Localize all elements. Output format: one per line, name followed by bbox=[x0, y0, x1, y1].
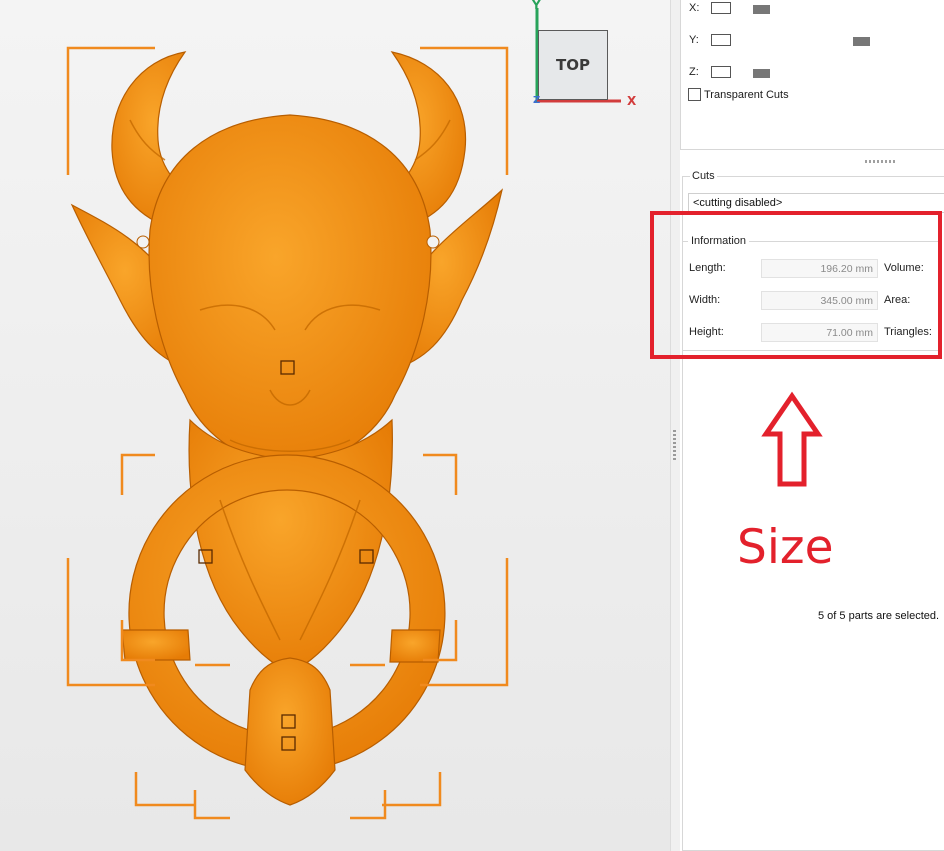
clip-z-label: Z: bbox=[689, 66, 699, 78]
size-highlight-box bbox=[650, 211, 942, 359]
size-annotation-label: Size bbox=[737, 520, 834, 575]
clipping-group: X: Y: Z: Transparent Cuts bbox=[680, 0, 944, 150]
transparent-cuts-checkbox[interactable] bbox=[688, 88, 701, 101]
clip-x-label: X: bbox=[689, 2, 700, 14]
clip-row-y: Y: bbox=[689, 32, 731, 48]
axis-x-label: X bbox=[627, 94, 637, 108]
selection-status: 5 of 5 parts are selected. bbox=[818, 610, 940, 622]
clip-row-x: X: bbox=[689, 0, 731, 16]
clip-z-slider[interactable] bbox=[753, 69, 770, 78]
axis-z-label: Z bbox=[533, 95, 541, 106]
cuts-title: Cuts bbox=[690, 170, 717, 182]
cube-face-top[interactable]: TOP bbox=[538, 30, 608, 100]
transparent-cuts-label: Transparent Cuts bbox=[704, 88, 789, 101]
panel-splitter[interactable] bbox=[670, 0, 680, 851]
section-resize-grip-icon[interactable] bbox=[865, 160, 895, 163]
clip-y-slider[interactable] bbox=[853, 37, 870, 46]
door-knocker-model[interactable] bbox=[0, 0, 670, 851]
3d-viewport[interactable]: TOP Y X Z bbox=[0, 0, 670, 851]
clip-y-label: Y: bbox=[689, 34, 699, 46]
clip-row-z: Z: bbox=[689, 64, 731, 80]
clip-x-toggle[interactable] bbox=[711, 2, 731, 14]
cuts-select[interactable]: <cutting disabled> bbox=[688, 193, 944, 213]
clip-x-slider[interactable] bbox=[753, 5, 770, 14]
splitter-grip-icon[interactable] bbox=[673, 430, 676, 460]
up-arrow-icon bbox=[761, 391, 823, 487]
clip-y-toggle[interactable] bbox=[711, 34, 731, 46]
transparent-cuts-option[interactable]: Transparent Cuts bbox=[688, 88, 789, 101]
axis-y-label: Y bbox=[532, 0, 541, 12]
clip-z-toggle[interactable] bbox=[711, 66, 731, 78]
